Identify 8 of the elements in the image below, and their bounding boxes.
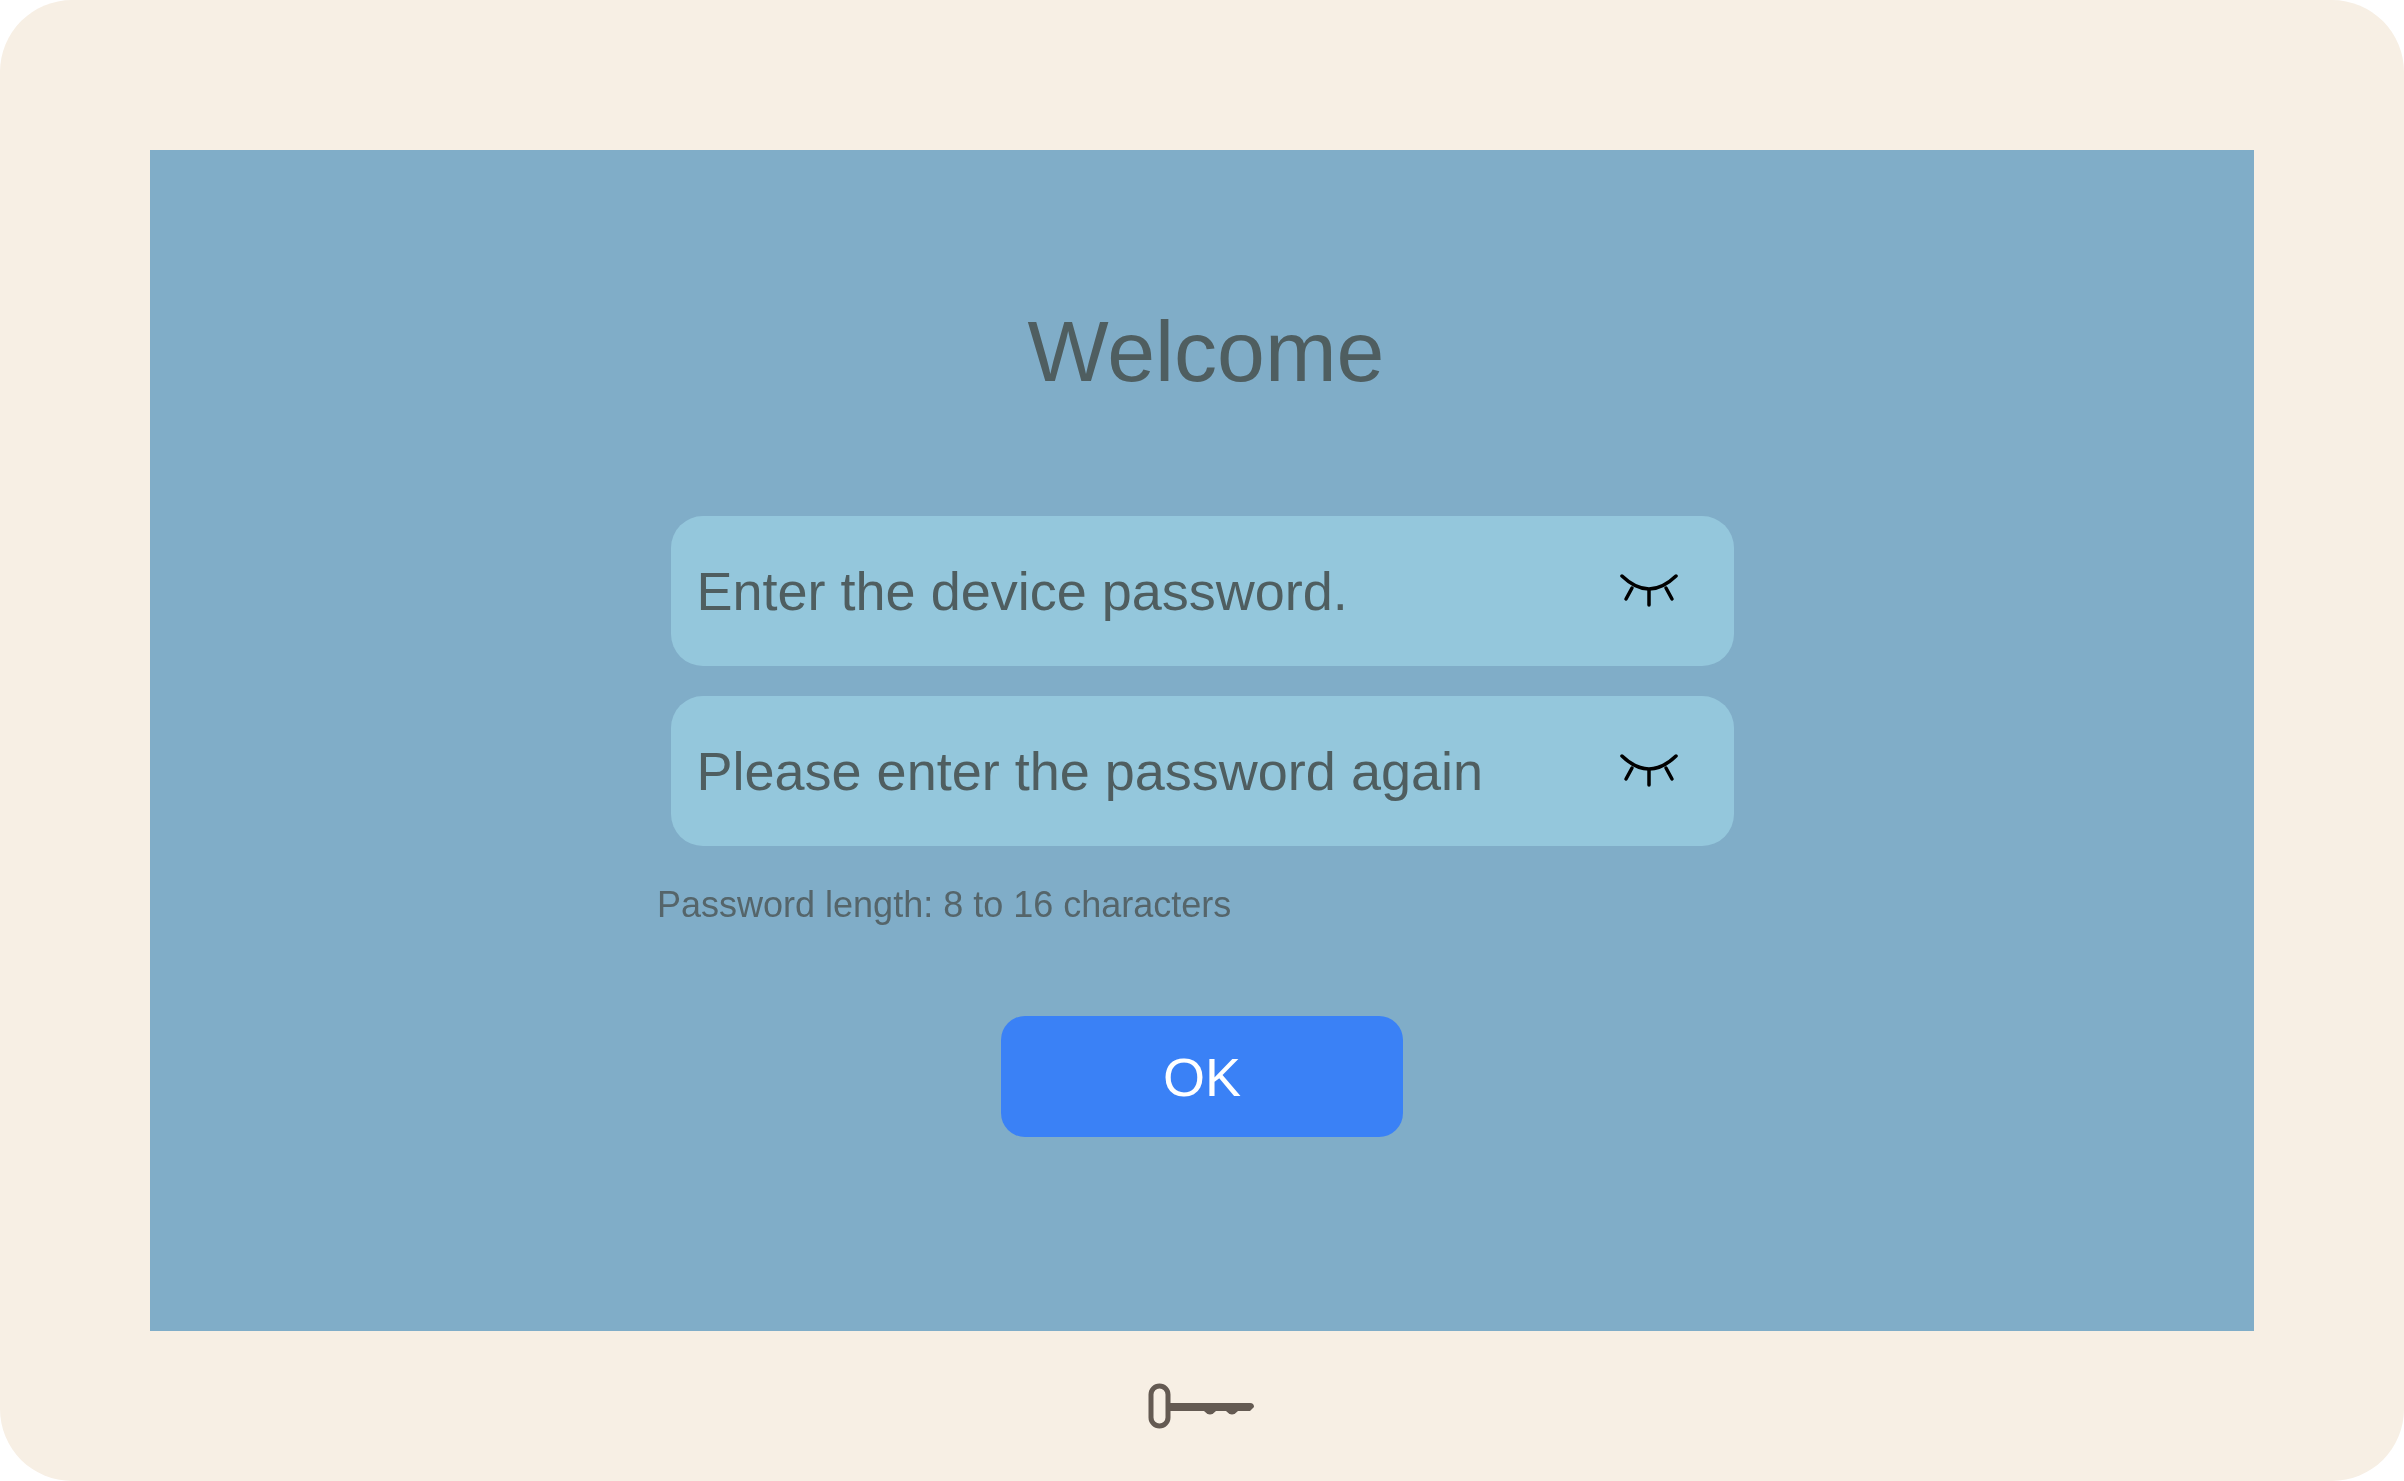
ok-button[interactable]: OK bbox=[1001, 1016, 1403, 1137]
password-hint: Password length: 8 to 16 characters bbox=[657, 884, 1232, 926]
welcome-title: Welcome bbox=[1027, 308, 1385, 394]
password-field[interactable]: Enter the device password. bbox=[670, 516, 1734, 666]
eye-closed-icon[interactable] bbox=[1619, 754, 1678, 788]
key-icon bbox=[1148, 1383, 1256, 1429]
password-field[interactable]: Please enter the password again bbox=[670, 696, 1734, 846]
eye-closed-icon[interactable] bbox=[1619, 574, 1678, 608]
